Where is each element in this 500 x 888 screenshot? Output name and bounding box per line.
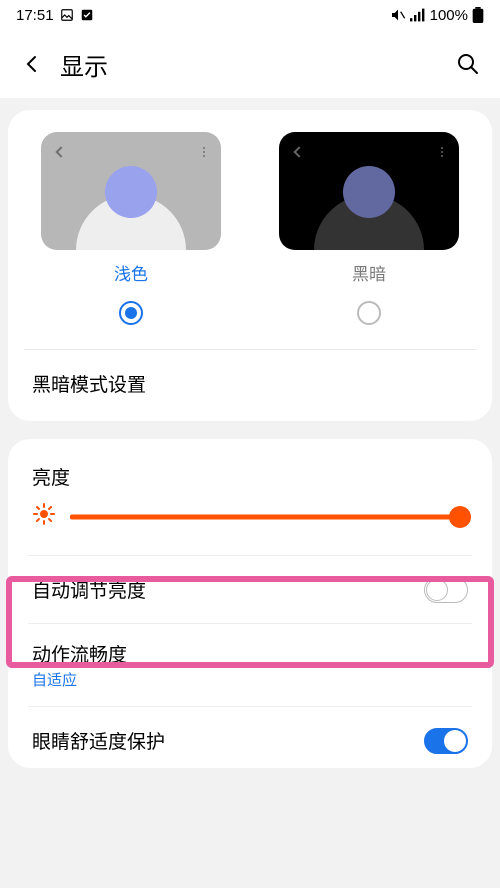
image-icon [60, 8, 74, 22]
auto-brightness-toggle[interactable] [424, 577, 468, 603]
theme-section: 浅色 黑暗 黑暗模式设置 [8, 110, 492, 421]
theme-option-dark[interactable]: 黑暗 [256, 132, 482, 325]
signal-icon [410, 8, 426, 22]
search-button[interactable] [446, 52, 490, 76]
dark-mode-settings-label: 黑暗模式设置 [32, 370, 146, 397]
radio-dark[interactable] [357, 301, 381, 325]
check-icon [80, 8, 94, 22]
eye-comfort-toggle[interactable] [424, 728, 468, 754]
brightness-label: 亮度 [32, 463, 70, 490]
brightness-section: 亮度 自动调节亮度 动作流畅度 自适应 眼睛舒适度保护 [8, 439, 492, 768]
status-bar: 17:51 100% [0, 0, 500, 30]
dark-mode-settings-row[interactable]: 黑暗模式设置 [8, 350, 492, 417]
motion-smoothness-row[interactable]: 动作流畅度 自适应 [8, 624, 492, 706]
status-time: 17:51 [16, 7, 54, 24]
battery-text: 100% [430, 7, 468, 24]
radio-light[interactable] [119, 301, 143, 325]
eye-comfort-label: 眼睛舒适度保护 [32, 727, 165, 754]
auto-brightness-row[interactable]: 自动调节亮度 [8, 556, 492, 623]
brightness-slider-fill [70, 514, 460, 519]
sun-icon [32, 502, 56, 531]
theme-option-light[interactable]: 浅色 [18, 132, 244, 325]
auto-brightness-label: 自动调节亮度 [32, 576, 146, 603]
eye-comfort-row[interactable]: 眼睛舒适度保护 [8, 707, 492, 764]
theme-preview-dark [279, 132, 459, 250]
motion-smoothness-sub: 自适应 [32, 669, 127, 690]
back-button[interactable] [10, 52, 54, 76]
theme-preview-light [41, 132, 221, 250]
page-title: 显示 [54, 47, 446, 82]
brightness-slider-row [8, 498, 492, 555]
brightness-row: 亮度 [8, 443, 492, 498]
brightness-slider-thumb [449, 506, 471, 528]
battery-icon [472, 7, 484, 23]
theme-label-light: 浅色 [114, 260, 148, 285]
brightness-slider[interactable] [70, 505, 468, 529]
theme-label-dark: 黑暗 [352, 260, 386, 285]
title-bar: 显示 [0, 30, 500, 98]
motion-smoothness-label: 动作流畅度 [32, 640, 127, 667]
mute-icon [390, 7, 406, 23]
